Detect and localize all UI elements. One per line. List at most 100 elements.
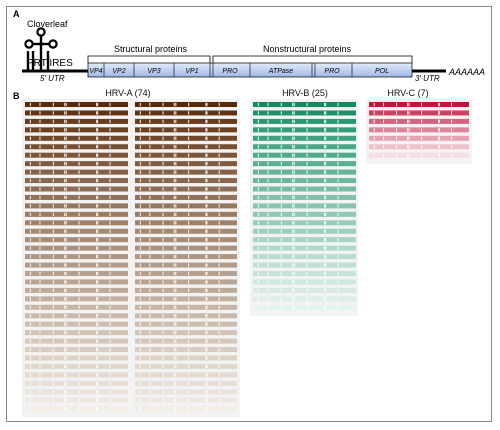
strain-genome-bar [135,313,237,319]
strain-genome-bar [253,245,356,251]
strain-genome-bar [253,118,356,124]
gene-label-pro: PRO [222,68,238,75]
strain-genome-bar [25,127,128,133]
strain-genome-bar [25,118,128,124]
strain-genome-bar [253,144,356,150]
strain-genome-bar [25,372,128,378]
strain-genome-bar [369,152,469,158]
strain-genome-bar [135,186,237,192]
strain-genome-bar [25,406,128,412]
strain-genome-bar [253,152,356,158]
strain-genome-bar [25,186,128,192]
strain-genome-bar [253,279,356,285]
strain-genome-bar [135,102,237,107]
strain-genome-bar [253,296,356,302]
nonstructural-proteins-label: Nonstructural proteins [263,44,352,54]
strain-genome-bar [135,161,237,167]
strain-genome-bar [135,135,237,141]
strain-genome-bar [135,363,237,369]
strain-genome-bar [253,211,356,217]
strain-genome-bar [369,144,469,150]
strain-genome-bar [253,169,356,175]
strain-genome-bar [253,287,356,293]
strain-genome-bar [25,110,128,116]
strain-genome-bar [25,152,128,158]
polya-tail-label: AAAAAA [448,67,485,77]
strain-genome-bar [135,338,237,344]
group-title-hrv-c: HRV-C (7) [387,88,428,98]
group-title-hrv-a: HRV-A (74) [105,88,150,98]
strain-genome-bar [25,279,128,285]
strain-genome-bar [135,389,237,395]
strain-genome-bar [253,127,356,133]
gene-label-vp1: VP1 [185,68,198,75]
gene-label-vp2: VP2 [112,68,125,75]
strain-genome-bar [25,220,128,226]
strain-genome-bar [25,203,128,209]
strain-genome-bar [135,262,237,268]
strain-genome-bar [135,380,237,386]
strain-genome-bar [135,296,237,302]
strain-genome-bar [135,194,237,200]
strain-genome-bar [25,363,128,369]
strain-genome-bar [135,372,237,378]
strain-genome-bar [25,347,128,353]
strain-genome-bar [25,296,128,302]
cloverleaf-label: Cloverleaf [27,19,68,29]
gene-label-vp4: VP4 [89,68,102,75]
strain-genome-bar [135,169,237,175]
group-hrv-a: HRV-A (74) [22,88,240,418]
group-hrv-c: HRV-C (7) [366,88,472,165]
strain-genome-bar [253,135,356,141]
strain-genome-bar [25,313,128,319]
strain-genome-bar [369,127,469,133]
strain-genome-bar [369,118,469,124]
strain-genome-bar [25,169,128,175]
strain-genome-bar [135,152,237,158]
strain-genome-bar [25,262,128,268]
strain-genome-bar [135,287,237,293]
strain-genome-bar [25,321,128,327]
strain-genome-bar [25,135,128,141]
strain-genome-bar [135,406,237,412]
strain-genome-bar [135,203,237,209]
strain-genome-bar [135,110,237,116]
strain-genome-bar [25,330,128,336]
strain-genome-bar [135,254,237,260]
strain-genome-bar [135,355,237,361]
strain-genome-bar [25,304,128,310]
strain-genome-bar [135,211,237,217]
strain-genome-bar [25,161,128,167]
strain-genome-bar [253,178,356,184]
strain-genome-bar [25,144,128,150]
group-title-hrv-b: HRV-B (25) [282,88,328,98]
strain-genome-bar [135,220,237,226]
strain-genome-bar [369,102,469,107]
gene-label-atpase: ATPase [268,68,293,75]
group-hrv-b: HRV-B (25) [250,88,358,317]
hrv-genome-diagram: Cloverleaf PRT IRES 5′ UTR 3′ UTR AAAAAA… [22,19,485,418]
strain-genome-bar [25,245,128,251]
strain-genome-bar [25,228,128,234]
strain-genome-bar [25,237,128,243]
strain-genome-bar [135,178,237,184]
strain-genome-bar [135,237,237,243]
strain-genome-bar [369,110,469,116]
strain-genome-bar [135,279,237,285]
strain-genome-bar [25,102,128,107]
strain-genome-bar [25,254,128,260]
strain-genome-bar [253,186,356,192]
strain-genome-bar [135,127,237,133]
strain-genome-bar [25,389,128,395]
strain-genome-bar [25,380,128,386]
gene-label-pro: PRO [324,68,340,75]
gene-label-vp3: VP3 [147,68,160,75]
strain-genome-bar [135,397,237,403]
strain-genome-bar [135,144,237,150]
utr5-label: 5′ UTR [40,74,65,83]
strain-genome-bar [253,102,356,107]
strain-genome-bar [135,271,237,276]
structural-proteins-label: Structural proteins [114,44,188,54]
gene-label-pol: POL [375,68,389,75]
strain-genome-bar [253,194,356,200]
